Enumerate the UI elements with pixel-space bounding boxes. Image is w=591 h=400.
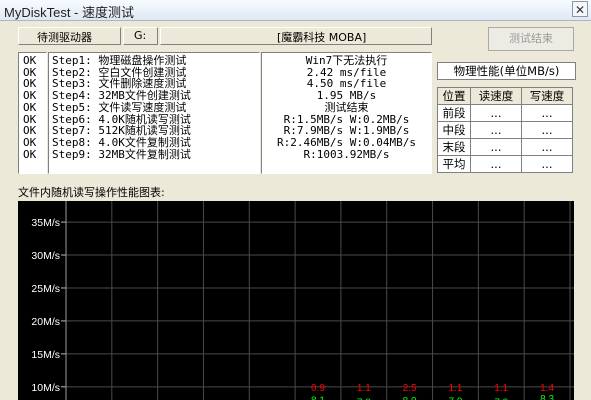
step-name: Step8: 4.0K文件复制测试 <box>52 135 191 149</box>
step-result-list: Win7下无法执行 2.42 ms/file 4.50 ms/file 1.95 MB… <box>262 55 431 160</box>
read-value: ... <box>470 138 522 156</box>
row-position: 平均 <box>437 155 471 173</box>
close-icon[interactable]: ✕ <box>572 1 588 17</box>
performance-table: 位置 读速度 写速度 前段 ... ... 中段 ... ... 末段 ... … <box>437 87 573 173</box>
y-tick-label: 10M/s <box>31 382 60 394</box>
chart-label: 文件内随机读写操作性能图表: <box>18 186 165 199</box>
performance-chart: 35M/s30M/s25M/s20M/s15M/s10M/s6.48.17.88… <box>18 201 574 400</box>
write-speed-label: 2.5 <box>403 383 417 394</box>
step-result: R:2.46MB/s W:0.04MB/s <box>276 135 417 149</box>
window-title: MyDiskTest - 速度测试 <box>4 5 135 20</box>
read-value: ... <box>470 104 522 122</box>
write-speed-label: 1.1 <box>357 383 371 394</box>
write-value: ... <box>521 104 573 122</box>
stop-test-button[interactable]: 测试结束 <box>488 27 574 51</box>
y-tick-label: 30M/s <box>31 250 60 262</box>
step-result: R:1003.92MB/s <box>303 147 390 161</box>
step-name-list: Step1: 物理磁盘操作测试 Step2: 空白文件创建测试 Step3: 文件删… <box>52 55 191 160</box>
col-position: 位置 <box>437 87 471 105</box>
drive-value-box: G: <box>123 27 158 45</box>
write-speed-label: 1.1 <box>494 383 508 394</box>
write-speed-label: 0.9 <box>311 383 325 394</box>
write-value: ... <box>521 155 573 173</box>
y-tick-label: 25M/s <box>31 283 60 295</box>
step-status-box: OK OK OK OK OK OK OK OK OK <box>18 52 47 174</box>
write-speed-label: 1.1 <box>449 383 463 394</box>
drive-value: G: <box>134 29 147 42</box>
performance-title: 物理性能(单位MB/s) <box>437 62 576 80</box>
read-value: ... <box>470 121 522 139</box>
write-speed-label: 1.4 <box>540 383 554 394</box>
step-name-box: Step1: 物理磁盘操作测试 Step2: 空白文件创建测试 Step3: 文件删… <box>48 52 260 174</box>
row-position: 末段 <box>437 138 471 156</box>
step-status: OK <box>23 147 37 161</box>
col-read: 读速度 <box>470 87 522 105</box>
row-position: 前段 <box>437 104 471 122</box>
step-result-box: Win7下无法执行 2.42 ms/file 4.50 ms/file 1.95 MB… <box>261 52 432 174</box>
drive-label-box: 待测驱动器 <box>18 27 121 45</box>
step-name: Step9: 32MB文件复制测试 <box>52 147 191 161</box>
step-result: 测试结束 <box>324 100 369 114</box>
read-speed-label: 7.9 <box>449 397 463 400</box>
model-value: [魔霸科技 MOBA] <box>277 31 367 44</box>
y-tick-label: 20M/s <box>31 316 60 328</box>
write-value: ... <box>521 138 573 156</box>
model-box: [魔霸科技 MOBA] <box>160 27 432 45</box>
step-status: OK <box>23 100 37 114</box>
y-tick-label: 15M/s <box>31 349 60 361</box>
col-write: 写速度 <box>521 87 573 105</box>
read-speed-label: 8.3 <box>540 394 554 400</box>
read-speed-label: 8.0 <box>403 396 417 400</box>
title-bar: MyDiskTest - 速度测试 ✕ <box>0 0 591 21</box>
step-status: OK <box>23 135 37 149</box>
step-name: Step5: 文件读写速度测试 <box>52 100 187 114</box>
row-position: 中段 <box>437 121 471 139</box>
step-result: Win7下无法执行 <box>305 54 388 67</box>
step-status-list: OK OK OK OK OK OK OK OK OK <box>23 55 36 160</box>
chart-canvas: 35M/s30M/s25M/s20M/s15M/s10M/s6.48.17.88… <box>31 201 574 400</box>
write-value: ... <box>521 121 573 139</box>
read-speed-label: 8.1 <box>311 395 325 400</box>
step-name: Step1: 物理磁盘操作测试 <box>52 54 187 67</box>
y-tick-label: 35M/s <box>31 217 60 229</box>
read-value: ... <box>470 155 522 173</box>
drive-label: 待测驱动器 <box>37 31 92 44</box>
step-status: OK <box>23 54 37 67</box>
